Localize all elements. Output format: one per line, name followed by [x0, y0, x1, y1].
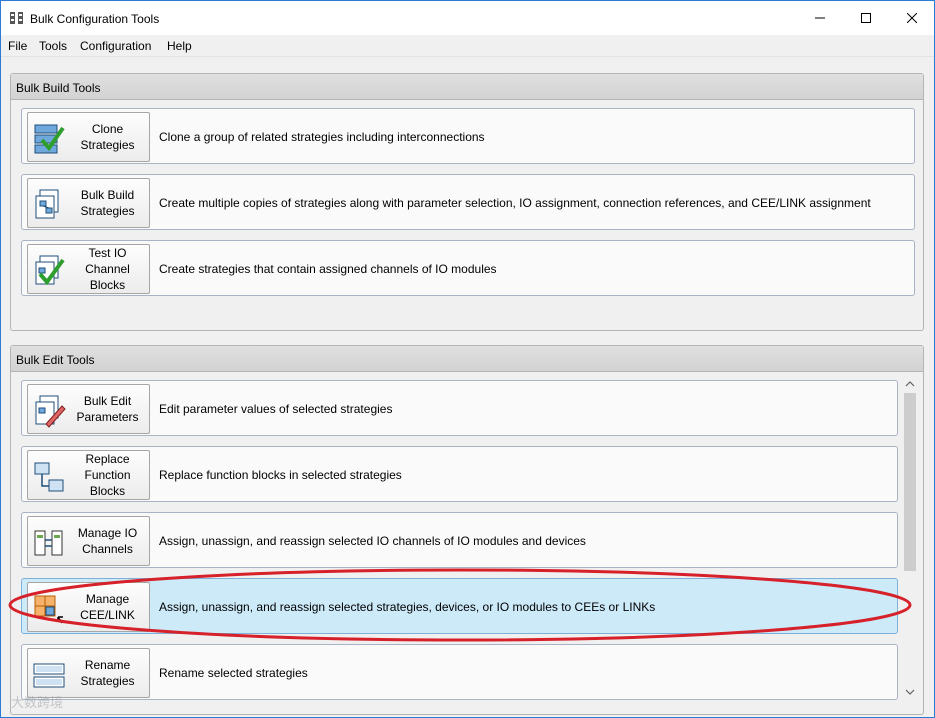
group-title: Bulk Build Tools	[16, 81, 101, 95]
minimize-icon	[815, 17, 825, 19]
clone-strategies-button[interactable]: Clone Strategies	[27, 112, 150, 162]
tool-description: Clone a group of related strategies incl…	[159, 130, 485, 144]
tool-row-manage-cee-link[interactable]: Manage CEE/LINK Assign, unassign, and re…	[21, 578, 898, 634]
group-header: Bulk Edit Tools	[11, 346, 923, 372]
close-icon	[907, 13, 917, 23]
edit-list-scrollbar[interactable]	[901, 373, 919, 701]
replace-blocks-icon	[34, 462, 64, 492]
test-io-icon	[35, 255, 65, 286]
bulk-build-icon	[35, 189, 59, 219]
tool-row-rename-strategies[interactable]: Rename Strategies Rename selected strate…	[21, 644, 898, 700]
tool-row-test-io-channel-blocks[interactable]: Test IO Channel Blocks Create strategies…	[21, 240, 915, 296]
tool-label: Replace Function Blocks	[84, 452, 131, 498]
tool-description: Replace function blocks in selected stra…	[159, 468, 402, 482]
menu-help[interactable]: Help	[167, 39, 192, 53]
maximize-icon	[861, 13, 871, 23]
scroll-down-icon[interactable]	[901, 685, 919, 699]
manage-cee-icon	[34, 595, 63, 624]
bulk-edit-icon	[35, 395, 66, 428]
title-bar: Bulk Configuration Tools	[1, 1, 934, 35]
tool-label: Bulk Build Strategies	[80, 188, 135, 218]
tool-label: Bulk Edit Parameters	[76, 394, 139, 424]
manage-io-channels-button[interactable]: Manage IO Channels	[27, 516, 150, 566]
close-button[interactable]	[889, 1, 935, 35]
tool-description: Rename selected strategies	[159, 666, 308, 680]
tool-row-bulk-edit-parameters[interactable]: Bulk Edit Parameters Edit parameter valu…	[21, 380, 898, 436]
tool-row-bulk-build-strategies[interactable]: Bulk Build Strategies Create multiple co…	[21, 174, 915, 230]
scroll-up-icon[interactable]	[901, 377, 919, 391]
tool-row-replace-function-blocks[interactable]: Replace Function Blocks Replace function…	[21, 446, 898, 502]
test-io-channel-blocks-button[interactable]: Test IO Channel Blocks	[27, 244, 150, 294]
rename-strategies-button[interactable]: Rename Strategies	[27, 648, 150, 698]
tool-row-clone-strategies[interactable]: Clone Strategies Clone a group of relate…	[21, 108, 915, 164]
watermark: 大数跨境	[11, 695, 64, 710]
group-title: Bulk Edit Tools	[16, 353, 95, 367]
tool-row-manage-io-channels[interactable]: Manage IO Channels Assign, unassign, and…	[21, 512, 898, 568]
tool-label: Manage IO Channels	[77, 526, 138, 556]
scroll-thumb[interactable]	[904, 393, 916, 571]
manage-cee-link-button[interactable]: Manage CEE/LINK	[27, 582, 150, 632]
tool-description: Create multiple copies of strategies alo…	[159, 196, 871, 210]
replace-function-blocks-button[interactable]: Replace Function Blocks	[27, 450, 150, 500]
app-window: Bulk Configuration Tools File Tools Conf…	[0, 0, 935, 718]
tool-description: Assign, unassign, and reassign selected …	[159, 600, 656, 614]
tool-label: Rename Strategies	[80, 658, 135, 688]
menu-file[interactable]: File	[8, 39, 27, 53]
maximize-button[interactable]	[843, 1, 889, 35]
bulk-build-strategies-button[interactable]: Bulk Build Strategies	[27, 178, 150, 228]
menu-tools[interactable]: Tools	[39, 39, 67, 53]
manage-io-icon	[34, 530, 63, 556]
tool-label: Clone Strategies	[80, 122, 135, 152]
tool-label: Test IO Channel Blocks	[85, 246, 130, 292]
tool-label: Manage CEE/LINK	[80, 592, 135, 622]
window-title: Bulk Configuration Tools	[30, 12, 160, 26]
app-icon	[10, 12, 23, 24]
rename-icon	[33, 663, 65, 688]
bulk-edit-parameters-button[interactable]: Bulk Edit Parameters	[27, 384, 150, 434]
tool-description: Edit parameter values of selected strate…	[159, 402, 393, 416]
tool-description: Create strategies that contain assigned …	[159, 262, 497, 276]
clone-strategies-icon	[34, 124, 65, 154]
menu-configuration[interactable]: Configuration	[80, 39, 151, 53]
minimize-button[interactable]	[797, 1, 843, 35]
menu-bar: File Tools Configuration Help	[1, 35, 934, 57]
group-header: Bulk Build Tools	[11, 74, 923, 100]
bulk-edit-tools-group: Bulk Edit Tools Bulk Edit Parameters Edi…	[10, 345, 924, 715]
bulk-build-tools-group: Bulk Build Tools Clone Strategies Clone …	[10, 73, 924, 331]
tool-description: Assign, unassign, and reassign selected …	[159, 534, 586, 548]
